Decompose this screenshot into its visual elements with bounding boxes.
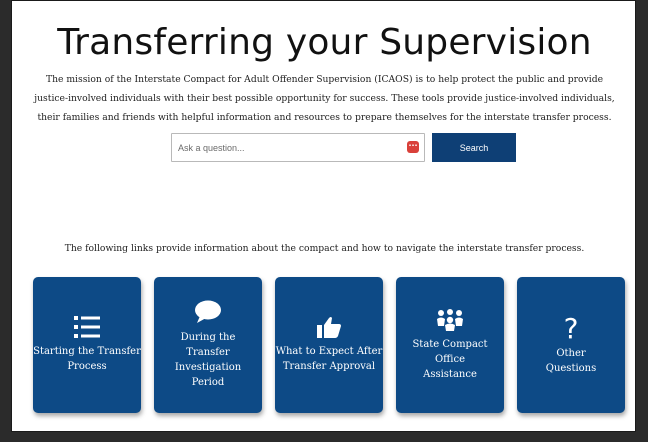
list-icon	[74, 316, 100, 338]
card-label: State Compact Office Assistance	[412, 338, 488, 380]
search-input[interactable]	[171, 133, 425, 162]
mission-statement: The mission of the Interstate Compact fo…	[34, 74, 615, 123]
card-label: What to Expect After Transfer Approval	[275, 346, 383, 372]
links-intro: The following links provide information …	[64, 243, 585, 254]
card-after-approval[interactable]: What to Expect After Transfer Approval	[275, 277, 383, 413]
card-label: During the Transfer Investigation Period	[174, 332, 242, 388]
ellipsis-icon[interactable]: ···	[407, 141, 419, 153]
card-label: Starting the Transfer Process	[33, 346, 141, 372]
search-box: ···	[171, 133, 425, 162]
card-label: Other Questions	[545, 348, 597, 374]
card-during-investigation[interactable]: During the Transfer Investigation Period	[154, 277, 262, 413]
search-button[interactable]: Search	[432, 133, 516, 162]
bottom-bar	[0, 432, 648, 442]
thumbs-up-icon	[317, 317, 341, 338]
card-state-office[interactable]: State Compact Office Assistance	[396, 277, 504, 413]
page-title: Transferring your Supervision	[57, 22, 592, 63]
people-group-icon	[437, 308, 463, 331]
speech-bubble-icon	[195, 300, 221, 323]
card-starting-transfer[interactable]: Starting the Transfer Process	[33, 277, 141, 413]
question-mark-icon: ?	[563, 312, 579, 345]
card-other-questions[interactable]: ? Other Questions	[517, 277, 625, 413]
page-frame: Transferring your Supervision The missio…	[11, 0, 636, 432]
